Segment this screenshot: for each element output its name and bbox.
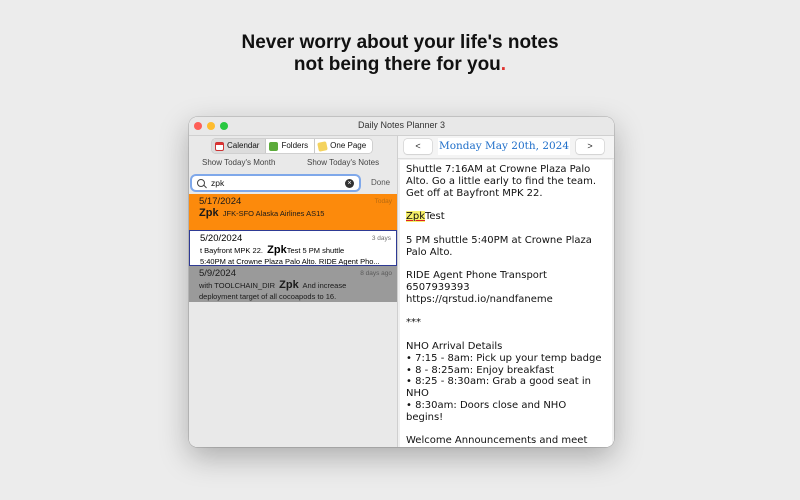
app-window: Daily Notes Planner 3 Calendar Folders O… [189,117,614,447]
note-paragraph: ZpkTest [406,211,606,223]
page-icon [317,140,328,152]
note-paragraph: NHO Arrival Details • 7:15 - 8am: Pick u… [406,340,602,423]
title-bar: Daily Notes Planner 3 [189,117,614,136]
next-day-button[interactable]: > [576,139,604,154]
folder-icon [269,141,279,151]
result-match: Zpk [279,280,299,291]
headline-line-2: not being there for you. [0,54,800,76]
window-title: Daily Notes Planner 3 [357,120,446,130]
result-snippet: with TOOLCHAIN_DIR Zpk And increase [199,280,387,291]
result-snippet-text: JFK-SFO Alaska Airlines AS15 [222,209,325,218]
show-todays-month-button[interactable]: Show Today's Month [202,158,275,167]
result-age: 3 days [371,235,391,242]
headline-line-2-text: not being there for you [293,54,501,75]
result-snippet-text: Test 5 PM shuttle [286,246,345,255]
search-result-row[interactable]: 5/17/2024 Today Zpk JFK-SFO Alaska Airli… [189,194,397,230]
one-page-tab-label: One Page [330,141,367,150]
folders-tab[interactable]: Folders [266,139,314,153]
result-snippet-pre: t Bayfront MPK 22. [200,246,263,255]
result-match: Zpk [199,208,219,219]
result-date: 5/9/2024 [199,268,236,279]
note-editor[interactable]: Shuttle 7:16AM at Crowne Plaza Palo Alto… [400,160,612,447]
result-snippet-text: And increase [302,281,347,290]
one-page-tab[interactable]: One Page [315,139,372,153]
note-pane: < Monday May 20th, 2024 > Shuttle 7:16AM… [398,136,614,447]
headline-dot: . [500,54,507,75]
shortcut-links: Show Today's Month Show Today's Notes [189,158,397,172]
current-date-label: Monday May 20th, 2024 [438,138,570,155]
calendar-icon [215,141,224,151]
result-snippet: Zpk JFK-SFO Alaska Airlines AS15 [199,208,387,219]
search-result-row[interactable]: 5/9/2024 8 days ago with TOOLCHAIN_DIR Z… [189,266,397,302]
note-paragraph: RIDE Agent Phone Transport 6507939393 ht… [406,270,553,305]
done-button[interactable]: Done [371,178,390,187]
search-icon [197,179,205,187]
calendar-tab[interactable]: Calendar [212,139,266,153]
result-snippet: t Bayfront MPK 22. ZpkTest 5 PM shuttle [200,245,386,256]
note-paragraph: Shuttle 7:16AM at Crowne Plaza Palo Alto… [406,164,600,199]
marketing-headline: Never worry about your life's notes not … [0,32,800,76]
search-field[interactable]: zpk × [192,176,359,190]
result-snippet-line-2: deployment target of all cocoapods to 16… [199,292,337,301]
show-todays-notes-button[interactable]: Show Today's Notes [307,158,379,167]
note-paragraph: Welcome Announcements and meet [406,435,588,447]
date-navigator: < Monday May 20th, 2024 > [398,136,614,159]
note-paragraph: 5 PM shuttle 5:40PM at Crowne Plaza Palo… [406,234,596,258]
result-age: Today [374,198,392,205]
clear-search-icon[interactable]: × [345,178,354,188]
headline-line-1: Never worry about your life's notes [241,32,559,53]
result-age: 8 days ago [360,270,392,277]
search-input[interactable]: zpk [211,178,345,188]
note-paragraph: *** [406,317,421,329]
search-result-row-selected[interactable]: 5/20/2024 3 days t Bayfront MPK 22. ZpkT… [189,230,397,266]
result-snippet-line-2: 5:40PM at Crowne Plaza Palo Alto. RIDE A… [200,257,380,266]
sidebar: Calendar Folders One Page Show Today's M… [189,136,398,447]
result-date: 5/20/2024 [200,233,243,244]
result-date: 5/17/2024 [199,196,242,207]
note-text: Test [425,211,445,223]
view-mode-segmented-control: Calendar Folders One Page [212,139,373,153]
folders-tab-label: Folders [281,141,309,150]
previous-day-button[interactable]: < [404,139,432,154]
search-highlight: Zpk [406,211,425,223]
result-match: Zpk [267,245,287,256]
search-results-list: 5/17/2024 Today Zpk JFK-SFO Alaska Airli… [189,194,397,302]
calendar-tab-label: Calendar [227,141,260,150]
result-snippet-pre: with TOOLCHAIN_DIR [199,281,275,290]
